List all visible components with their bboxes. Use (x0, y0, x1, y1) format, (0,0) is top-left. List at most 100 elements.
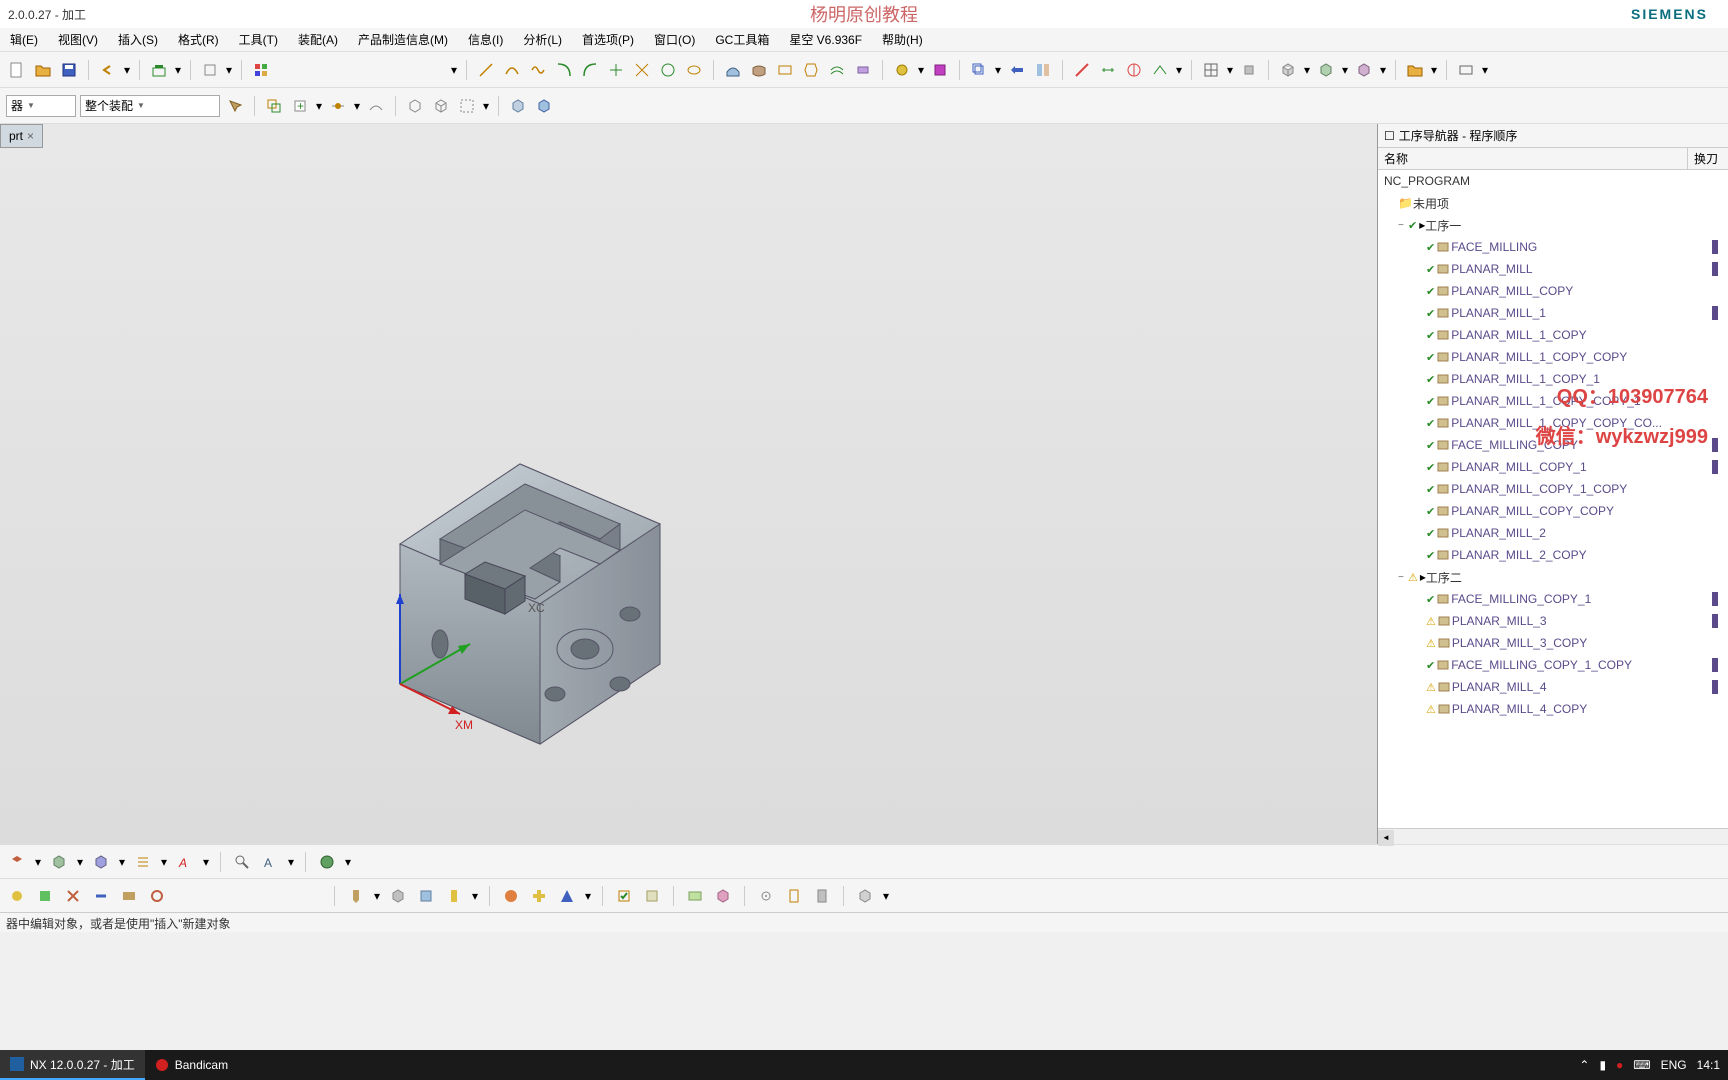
tree-group[interactable]: −✔▸工序一 (1378, 214, 1728, 236)
op2-icon[interactable] (1006, 59, 1028, 81)
menu-help[interactable]: 帮助(H) (876, 29, 929, 50)
assembly-combo[interactable]: 整个装配▼ (80, 95, 220, 117)
viewport-3d[interactable]: prt× (0, 124, 1378, 844)
dropdown-arrow-icon[interactable]: ▾ (917, 59, 925, 81)
menu-tools[interactable]: 工具(T) (233, 29, 284, 50)
meas2-icon[interactable] (1097, 59, 1119, 81)
sel5-icon[interactable] (365, 95, 387, 117)
dropdown-arrow-icon[interactable]: ▾ (1379, 59, 1387, 81)
tree-unused[interactable]: 📁未用项 (1378, 192, 1728, 214)
edit1-icon[interactable] (6, 851, 28, 873)
dropdown-arrow-icon[interactable]: ▾ (1226, 59, 1234, 81)
sel1-icon[interactable] (224, 95, 246, 117)
surf2-icon[interactable] (748, 59, 770, 81)
view1-icon[interactable] (1200, 59, 1222, 81)
tree-operation[interactable]: ✔FACE_MILLING_COPY_1_COPY (1378, 654, 1728, 676)
tray-record-icon[interactable]: ● (1616, 1058, 1623, 1072)
cube2-icon[interactable] (1315, 59, 1337, 81)
cube3-icon[interactable] (1353, 59, 1375, 81)
tray-lang[interactable]: ENG (1661, 1058, 1687, 1072)
surf4-icon[interactable] (800, 59, 822, 81)
menu-insert[interactable]: 插入(S) (112, 29, 164, 50)
tree-operation[interactable]: ✔PLANAR_MILL_COPY_1_COPY (1378, 478, 1728, 500)
tool2-icon[interactable] (783, 885, 805, 907)
cam4-icon[interactable] (90, 885, 112, 907)
menu-analysis[interactable]: 分析(L) (517, 29, 568, 50)
spline-icon[interactable] (527, 59, 549, 81)
close-icon[interactable]: × (27, 129, 34, 143)
view2-icon[interactable] (1238, 59, 1260, 81)
meas1-icon[interactable] (1071, 59, 1093, 81)
cube1-icon[interactable] (1277, 59, 1299, 81)
filter-combo[interactable]: 器▼ (6, 95, 76, 117)
dropdown-arrow-icon[interactable]: ▾ (315, 95, 323, 117)
expander-icon[interactable]: − (1398, 572, 1408, 583)
menu-format[interactable]: 格式(R) (172, 29, 225, 50)
cam3-icon[interactable] (62, 885, 84, 907)
col-tool[interactable]: 换刀 (1688, 148, 1728, 169)
cam2-icon[interactable] (34, 885, 56, 907)
scrollbar-horizontal[interactable]: ◄ (1378, 828, 1728, 844)
search-icon[interactable] (231, 851, 253, 873)
tray-keyboard-icon[interactable]: ⌨ (1633, 1058, 1650, 1072)
dropdown-arrow-icon[interactable]: ▾ (160, 851, 168, 873)
tree-operation[interactable]: ✔PLANAR_MILL_1 (1378, 302, 1728, 324)
solid1-icon[interactable] (507, 95, 529, 117)
cam1-icon[interactable] (6, 885, 28, 907)
tree-operation[interactable]: ✔PLANAR_MILL_2_COPY (1378, 544, 1728, 566)
dropdown-arrow-icon[interactable]: ▾ (202, 851, 210, 873)
mill4-icon[interactable] (443, 885, 465, 907)
tree-operation[interactable]: ✔PLANAR_MILL_COPY_1 (1378, 456, 1728, 478)
new-icon[interactable] (6, 59, 28, 81)
menu-edit[interactable]: 辑(E) (4, 29, 44, 50)
layer-icon[interactable] (148, 59, 170, 81)
rect-icon[interactable] (1455, 59, 1477, 81)
save-icon[interactable] (58, 59, 80, 81)
dropdown-arrow-icon[interactable]: ▾ (471, 885, 479, 907)
menu-view[interactable]: 视图(V) (52, 29, 104, 50)
undo-icon[interactable] (97, 59, 119, 81)
mill1-icon[interactable] (345, 885, 367, 907)
meas3-icon[interactable] (1123, 59, 1145, 81)
op3-icon[interactable] (1032, 59, 1054, 81)
part-tab[interactable]: prt× (0, 124, 43, 148)
curve5-icon[interactable] (657, 59, 679, 81)
tree-operation[interactable]: ✔PLANAR_MILL (1378, 258, 1728, 280)
dropdown-arrow-icon[interactable]: ▾ (225, 59, 233, 81)
tree-operation[interactable]: ⚠PLANAR_MILL_3_COPY (1378, 632, 1728, 654)
edit4-icon[interactable] (132, 851, 154, 873)
sel4-icon[interactable] (327, 95, 349, 117)
surf3-icon[interactable] (774, 59, 796, 81)
tree-operation[interactable]: ✔PLANAR_MILL_2 (1378, 522, 1728, 544)
edit3-icon[interactable] (90, 851, 112, 873)
menu-assembly[interactable]: 装配(A) (292, 29, 344, 50)
tree-operation[interactable]: ✔PLANAR_MILL_1_COPY (1378, 324, 1728, 346)
curve6-icon[interactable] (683, 59, 705, 81)
menu-window[interactable]: 窗口(O) (648, 29, 701, 50)
menu-xk[interactable]: 星空 V6.936F (783, 29, 868, 50)
dropdown-arrow-icon[interactable]: ▾ (450, 59, 458, 81)
dropdown-arrow-icon[interactable]: ▾ (1175, 59, 1183, 81)
tree-root[interactable]: NC_PROGRAM (1378, 170, 1728, 192)
sim1-icon[interactable] (854, 885, 876, 907)
curve3-icon[interactable] (605, 59, 627, 81)
tree-operation[interactable]: ✔FACE_MILLING (1378, 236, 1728, 258)
cam6-icon[interactable] (146, 885, 168, 907)
feat2-icon[interactable] (929, 59, 951, 81)
tree-operation[interactable]: ✔PLANAR_MILL_COPY (1378, 280, 1728, 302)
line-icon[interactable] (475, 59, 497, 81)
ver1-icon[interactable] (613, 885, 635, 907)
gen3-icon[interactable] (556, 885, 578, 907)
wire-icon[interactable] (430, 95, 452, 117)
curve1-icon[interactable] (553, 59, 575, 81)
dropdown-arrow-icon[interactable]: ▾ (118, 851, 126, 873)
dropdown-arrow-icon[interactable]: ▾ (353, 95, 361, 117)
tray-up-icon[interactable]: ⌃ (1579, 1058, 1589, 1072)
meas4-icon[interactable] (1149, 59, 1171, 81)
dropdown-arrow-icon[interactable]: ▾ (344, 851, 352, 873)
curve4-icon[interactable] (631, 59, 653, 81)
menu-pmi[interactable]: 产品制造信息(M) (352, 29, 454, 50)
ver2-icon[interactable] (641, 885, 663, 907)
gen2-icon[interactable] (528, 885, 550, 907)
tree-operation[interactable]: ⚠PLANAR_MILL_3 (1378, 610, 1728, 632)
